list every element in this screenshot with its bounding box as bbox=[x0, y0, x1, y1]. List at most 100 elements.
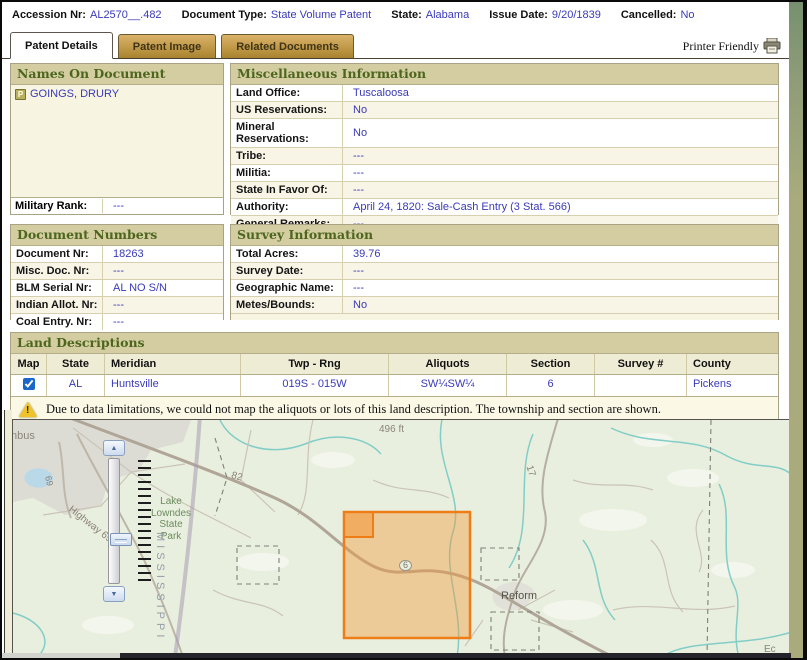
doc-type-label: Document Type: bbox=[181, 9, 267, 21]
warning-icon bbox=[19, 401, 37, 417]
printer-icon bbox=[763, 38, 781, 54]
tab-bar: Patent Details Patent Image Related Docu… bbox=[2, 31, 803, 59]
col-county: County bbox=[693, 358, 731, 370]
patentee-name-link[interactable]: GOINGS, DRURY bbox=[30, 88, 119, 100]
row-value: --- bbox=[353, 282, 364, 294]
zoom-tick bbox=[138, 495, 151, 497]
zoom-slider: ▲ ▼ bbox=[101, 440, 157, 606]
map[interactable]: nbus 496 ft 82 69 Highway 69 S Lake Lowndes S… bbox=[12, 419, 791, 656]
meridian-cell: Huntsville bbox=[105, 375, 241, 396]
zoom-tick bbox=[138, 530, 151, 532]
zoom-tick bbox=[138, 544, 151, 546]
field-row: Militia: --- bbox=[231, 165, 778, 182]
col-map: Map bbox=[11, 354, 47, 374]
row-value: April 24, 1820: Sale-Cash Entry (3 Stat.… bbox=[353, 201, 571, 213]
row-label: Misc. Doc. Nr: bbox=[11, 263, 103, 279]
issue-date-label: Issue Date: bbox=[489, 9, 548, 21]
page-right-strip bbox=[789, 2, 803, 658]
row-label: Total Acres: bbox=[231, 246, 343, 262]
bottom-strip-light bbox=[2, 653, 120, 658]
row-label: Metes/Bounds: bbox=[231, 297, 343, 313]
row-value: --- bbox=[113, 299, 124, 311]
names-panel-title: Names On Document bbox=[11, 64, 223, 85]
issue-date-value: 9/20/1839 bbox=[551, 9, 601, 21]
zoom-tick bbox=[138, 509, 151, 511]
land-descriptions-table: Map State Meridian Twp - Rng Aliquots Se… bbox=[11, 354, 778, 397]
col-section: Section bbox=[507, 354, 595, 374]
col-aliquots: Aliquots bbox=[389, 354, 507, 374]
glo-patent-details-page: Accession Nr: AL2570__.482 Document Type… bbox=[0, 0, 807, 660]
field-row: US Reservations: No bbox=[231, 102, 778, 119]
field-row: Land Office: Tuscaloosa bbox=[231, 85, 778, 102]
field-row: Coal Entry. Nr: --- bbox=[11, 314, 223, 330]
zoom-tick bbox=[138, 460, 151, 462]
document-numbers-panel: Document Numbers Document Nr: 18263 Misc.… bbox=[10, 224, 224, 330]
zoom-tick bbox=[138, 502, 151, 504]
row-value: No bbox=[353, 104, 368, 116]
field-row: BLM Serial Nr: AL NO S/N bbox=[11, 280, 223, 297]
tab-related-documents[interactable]: Related Documents bbox=[221, 34, 354, 58]
state-field: State: Alabama bbox=[391, 9, 469, 31]
issue-date-field: Issue Date: 9/20/1839 bbox=[489, 9, 601, 31]
row-label: Militia: bbox=[231, 165, 343, 181]
zoom-tick bbox=[138, 516, 151, 518]
patentee-entry[interactable]: P GOINGS, DRURY bbox=[15, 88, 219, 100]
col-survey-nr: Survey # bbox=[595, 354, 687, 374]
zoom-tick bbox=[138, 481, 151, 483]
row-label: Authority: bbox=[231, 199, 343, 215]
field-row: Misc. Doc. Nr: --- bbox=[11, 263, 223, 280]
county-cell: Pickens bbox=[693, 378, 732, 390]
bottom-strip-dark bbox=[120, 653, 791, 658]
misc-information-panel: Miscellaneous Information Land Office: Tu… bbox=[230, 63, 779, 232]
row-value: No bbox=[353, 299, 368, 311]
patentee-icon: P bbox=[15, 88, 26, 100]
row-value: --- bbox=[353, 265, 364, 277]
land-descriptions-panel: Land Descriptions Map State Meridian Twp… bbox=[10, 332, 779, 422]
zoom-tick bbox=[138, 537, 151, 539]
row-label: US Reservations: bbox=[231, 102, 343, 118]
tab-patent-image[interactable]: Patent Image bbox=[117, 34, 217, 58]
row-label: BLM Serial Nr: bbox=[11, 280, 103, 296]
zoom-tick bbox=[138, 523, 151, 525]
section-cell: 6 bbox=[507, 375, 595, 396]
zoom-in-button[interactable]: ▲ bbox=[103, 440, 125, 456]
names-list: P GOINGS, DRURY bbox=[11, 85, 223, 197]
zoom-tick bbox=[138, 565, 151, 567]
zoom-slider-track[interactable] bbox=[108, 458, 132, 584]
survey-rows: Total Acres: 39.76 Survey Date: --- Geogra… bbox=[231, 246, 778, 320]
row-label: Document Nr: bbox=[11, 246, 103, 262]
military-rank-row: Military Rank: --- bbox=[11, 197, 223, 214]
section-highlight bbox=[343, 511, 374, 538]
field-row: Metes/Bounds: No bbox=[231, 297, 778, 314]
tab-patent-details[interactable]: Patent Details bbox=[10, 32, 113, 59]
row-label: Land Office: bbox=[231, 85, 343, 101]
zoom-tick bbox=[138, 488, 151, 490]
field-row: State In Favor Of: --- bbox=[231, 182, 778, 199]
empty-row bbox=[231, 314, 778, 320]
state-value: Alabama bbox=[425, 9, 470, 21]
row-value: AL NO S/N bbox=[113, 282, 167, 294]
cancelled-field: Cancelled: No bbox=[621, 9, 695, 31]
record-header: Accession Nr: AL2570__.482 Document Type… bbox=[2, 2, 803, 31]
row-value: --- bbox=[353, 150, 364, 162]
field-row: Authority: April 24, 1820: Sale-Cash Entr… bbox=[231, 199, 778, 216]
cancelled-label: Cancelled: bbox=[620, 9, 677, 21]
map-checkbox[interactable] bbox=[22, 378, 35, 390]
printer-friendly-link[interactable]: Printer Friendly bbox=[683, 38, 781, 58]
row-value: 39.76 bbox=[353, 248, 381, 260]
row-value: --- bbox=[113, 265, 124, 277]
field-row: Indian Allot. Nr: --- bbox=[11, 297, 223, 314]
zoom-tick bbox=[138, 551, 151, 553]
twp-rng-cell: 019S - 015W bbox=[241, 375, 389, 396]
zoom-ticks bbox=[138, 460, 151, 581]
cancelled-value: No bbox=[680, 9, 695, 21]
field-row: Survey Date: --- bbox=[231, 263, 778, 280]
zoom-tick bbox=[138, 558, 151, 560]
field-row: Total Acres: 39.76 bbox=[231, 246, 778, 263]
field-row: Tribe: --- bbox=[231, 148, 778, 165]
zoom-slider-thumb[interactable] bbox=[110, 533, 132, 546]
row-label: Mineral Reservations: bbox=[231, 119, 343, 147]
row-label: Coal Entry. Nr: bbox=[11, 314, 103, 330]
zoom-out-button[interactable]: ▼ bbox=[103, 586, 125, 602]
row-value: --- bbox=[353, 184, 364, 196]
